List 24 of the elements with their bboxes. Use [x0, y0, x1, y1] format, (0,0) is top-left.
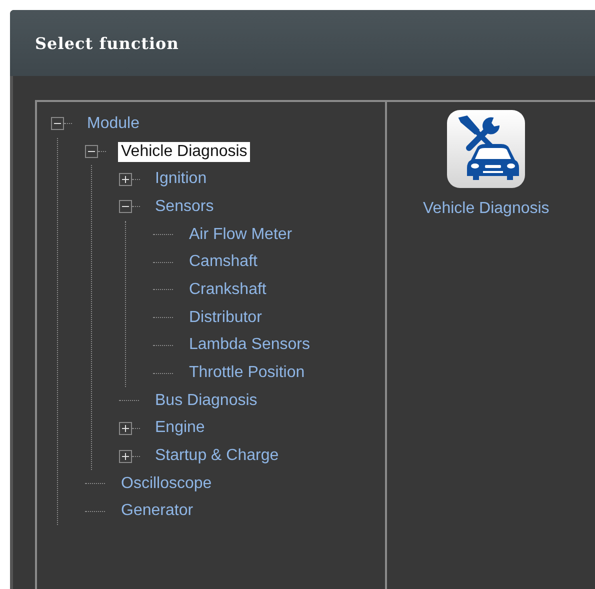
expand-icon[interactable] — [119, 422, 132, 435]
tree-item[interactable]: Crankshaft — [186, 280, 270, 300]
tree-item[interactable]: Camshaft — [186, 252, 260, 272]
tree-item[interactable]: Startup & Charge — [152, 446, 282, 466]
expand-icon[interactable] — [119, 450, 132, 463]
tree-item[interactable]: Generator — [118, 501, 196, 522]
tree-item[interactable]: Air Flow Meter — [186, 224, 296, 245]
collapse-icon[interactable] — [51, 117, 64, 130]
tree-item[interactable]: Throttle Position — [186, 363, 308, 384]
tree-item[interactable]: Vehicle Diagnosis — [118, 142, 250, 162]
tree-item[interactable]: Module — [84, 114, 142, 134]
collapse-icon[interactable] — [85, 145, 98, 158]
window-title: Select function — [35, 34, 179, 52]
tree-item[interactable]: Bus Diagnosis — [152, 390, 260, 411]
car-repair-icon[interactable] — [447, 110, 526, 188]
function-label[interactable]: Vehicle Diagnosis — [423, 200, 550, 218]
collapse-icon[interactable] — [119, 200, 132, 214]
tree-item[interactable]: Engine — [152, 418, 208, 438]
tree-item[interactable]: Ignition — [152, 169, 210, 190]
tree-item[interactable]: Oscilloscope — [118, 474, 215, 494]
expand-icon[interactable] — [119, 172, 132, 186]
tree-item[interactable]: Sensors — [152, 196, 217, 217]
tree-item[interactable]: Distributor — [186, 308, 265, 328]
tree-item[interactable]: Lambda Sensors — [186, 335, 313, 356]
